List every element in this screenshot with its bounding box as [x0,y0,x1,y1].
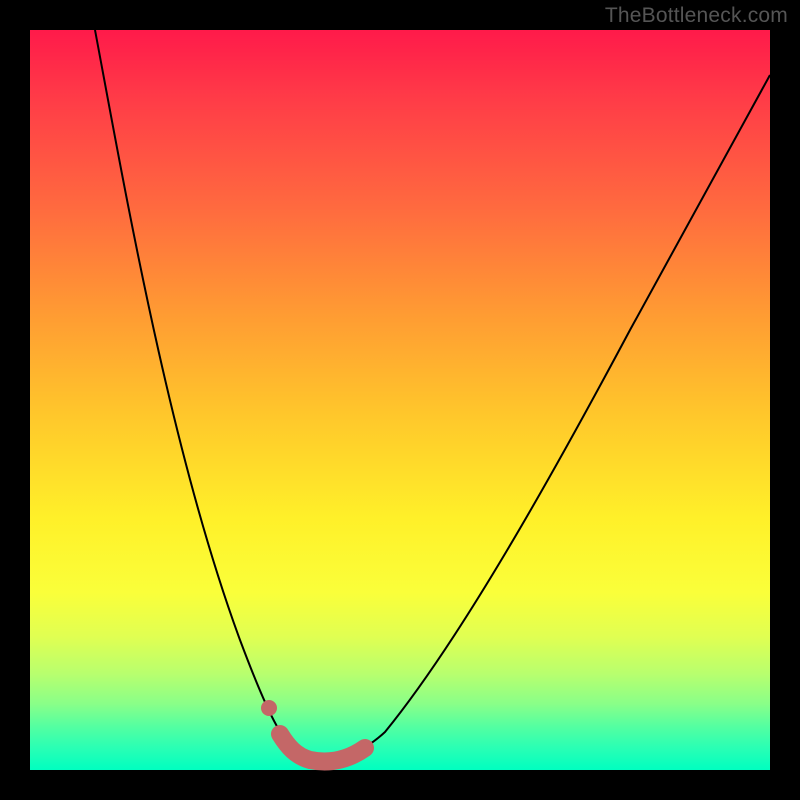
chart-plot-area [30,30,770,770]
chart-svg [30,30,770,770]
left-dot [261,700,277,716]
bottleneck-curve [95,30,770,758]
watermark-text: TheBottleneck.com [605,4,788,28]
bottom-marker [280,734,365,762]
